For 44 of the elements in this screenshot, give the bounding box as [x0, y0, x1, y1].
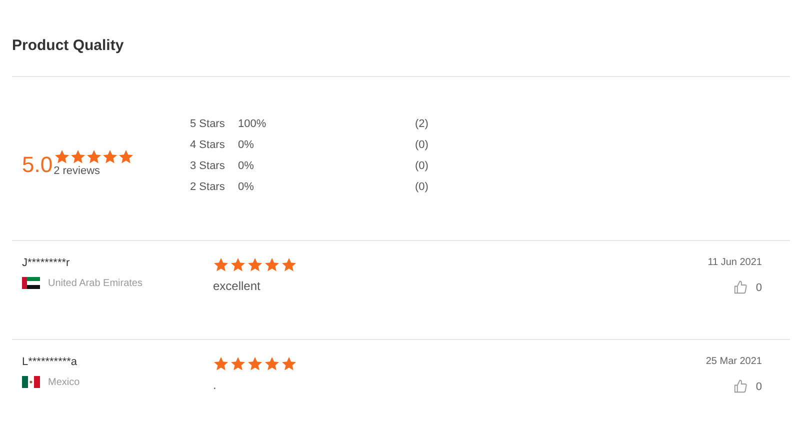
- star-icon: [102, 148, 118, 164]
- star-icon: [213, 257, 229, 273]
- rating-count: (2): [415, 117, 428, 131]
- star-icon: [70, 148, 86, 164]
- star-icon: [86, 148, 102, 164]
- thumbs-up-icon[interactable]: [732, 280, 748, 295]
- rating-count: (0): [415, 180, 428, 194]
- star-icon: [230, 356, 246, 372]
- thumbs-up-icon[interactable]: [732, 379, 748, 394]
- percentage: 100%: [238, 117, 268, 131]
- star-level-label: 2 Stars: [190, 180, 226, 194]
- star-icon: [264, 257, 280, 273]
- star-icon: [281, 257, 297, 273]
- reviewer-name: L**********a: [22, 356, 78, 368]
- flag-icon: [22, 376, 40, 388]
- country-name: United Arab Emirates: [48, 278, 142, 288]
- like-count: 0: [756, 380, 762, 392]
- star-icon: [247, 356, 263, 372]
- section-title: Product Quality: [12, 0, 790, 77]
- review-comment: excellent: [213, 279, 262, 293]
- like-count: 0: [756, 282, 762, 294]
- percentage: 0%: [238, 180, 255, 194]
- star-icon: [264, 356, 280, 372]
- review-count: 2 reviews: [54, 164, 102, 176]
- rating-count: (0): [415, 159, 428, 173]
- star-icon: [247, 257, 263, 273]
- rating-count: (0): [415, 138, 428, 152]
- star-icon: [213, 356, 229, 372]
- review-date: 11 Jun 2021: [708, 257, 762, 268]
- star-level-label: 3 Stars: [190, 159, 226, 173]
- review-comment: .: [213, 378, 218, 392]
- percentage: 0%: [238, 159, 255, 173]
- percentage: 0%: [238, 138, 255, 152]
- star-icon: [230, 257, 246, 273]
- star-icon: [118, 148, 134, 164]
- star-icon: [281, 356, 297, 372]
- country-name: Mexico: [48, 376, 80, 388]
- review-date: 25 Mar 2021: [706, 356, 762, 367]
- average-score: 5.0: [22, 152, 53, 176]
- reviewer-name: J*********r: [22, 257, 71, 269]
- star-level-label: 4 Stars: [190, 138, 226, 152]
- flag-icon: [22, 277, 40, 289]
- star-icon: [54, 148, 70, 164]
- star-level-label: 5 Stars: [190, 117, 226, 131]
